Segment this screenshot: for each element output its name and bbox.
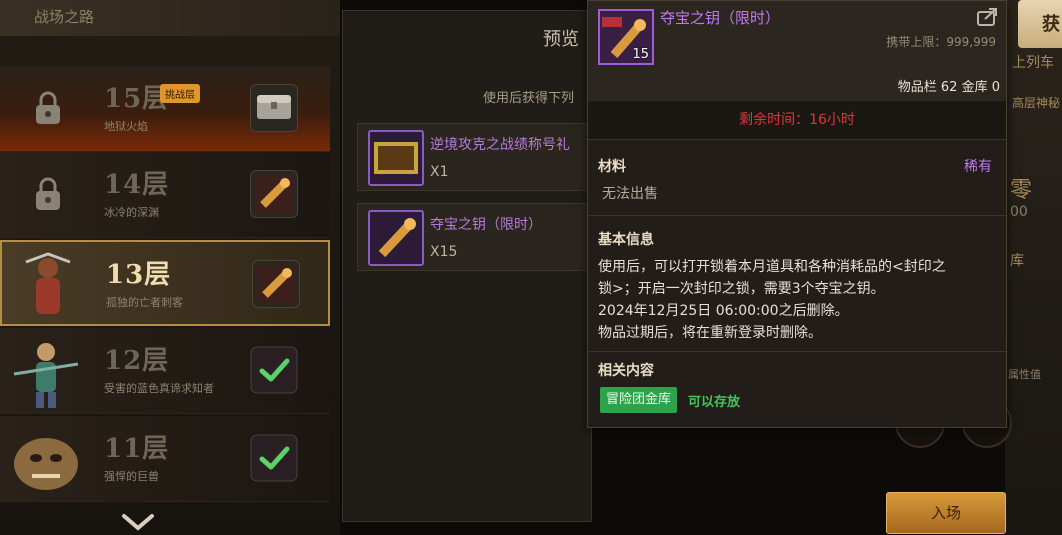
reward-item[interactable]: 夺宝之钥（限时） X15 <box>357 203 593 271</box>
section-material: 材料 <box>598 159 626 175</box>
chevron-down-icon[interactable] <box>118 512 158 532</box>
icon-count: 15 <box>632 47 649 62</box>
floor-number: 11层 <box>104 434 170 464</box>
divider <box>588 139 1006 140</box>
carry-limit: 携带上限：999,999 <box>886 35 996 49</box>
chest-icon <box>257 95 291 119</box>
floor-number: 12层 <box>104 346 170 376</box>
key-icon: 15 <box>598 9 654 65</box>
rarity-label: 稀有 <box>964 159 992 175</box>
floor-subtitle: 受害的蓝色真谛求知者 <box>104 382 214 395</box>
basic-info-line: 2024年12月25日 06:00:00之后删除。 <box>598 303 849 319</box>
storable-note: 可以存放 <box>688 395 741 410</box>
check-icon <box>250 434 298 482</box>
inventory-count: 物品栏 62 金库 0 <box>897 80 1000 95</box>
beast-portrait-icon <box>14 438 78 490</box>
assassin-portrait-icon <box>25 252 71 314</box>
floor-subtitle: 地狱火焰 <box>104 120 148 133</box>
basic-info-line: 使用后，可以打开锁着本月道具和各种消耗品的<封印之 <box>598 259 946 275</box>
seeker-portrait-icon <box>13 343 79 408</box>
floor-list-header: 战场之路 <box>0 0 340 36</box>
divider <box>588 215 1006 216</box>
key-icon <box>255 175 293 213</box>
get-button[interactable]: 获 <box>1018 0 1062 48</box>
lock-icon <box>36 91 60 124</box>
reward-panel-description: 使用后获得下列 <box>483 91 575 106</box>
reward-item-quantity: X15 <box>430 244 458 260</box>
section-basic-info: 基本信息 <box>598 232 654 248</box>
title-box-icon <box>368 130 424 186</box>
reward-panel-title: 预览 <box>543 29 579 50</box>
side-text: 零 <box>1010 178 1033 203</box>
floor-subtitle: 强悍的巨兽 <box>104 470 159 483</box>
floor-item-13[interactable]: 13层 孤独的亡者刺客 <box>0 240 330 326</box>
basic-info-line: 锁>；开启一次封印之锁，需要3个夺宝之钥。 <box>598 281 885 297</box>
tooltip-header: 15 夺宝之钥（限时） 携带上限：999,999 物品栏 62 金库 0 <box>588 1 1006 101</box>
lock-icon <box>36 177 60 210</box>
reward-item-quantity: X1 <box>430 164 449 180</box>
chest-slot[interactable] <box>250 84 298 132</box>
challenge-badge: 挑战层 <box>160 84 200 103</box>
floor-item-14[interactable]: 14层 冰冷的深渊 <box>0 152 330 238</box>
unsellable-label: 无法出售 <box>602 186 658 202</box>
floor-list-panel: 战场之路 15层 挑战层 地狱火焰 14层 冰冷的深渊 13层 孤独的亡者刺客 … <box>0 0 340 535</box>
basic-info-line: 物品过期后，将在重新登录时删除。 <box>598 325 822 341</box>
side-text: 高层神秘 <box>1012 96 1061 110</box>
side-text: 库 <box>1010 253 1024 269</box>
floor-subtitle: 孤独的亡者刺客 <box>106 296 183 309</box>
basic-info-text: 使用后，可以打开锁着本月道具和各种消耗品的<封印之 锁>；开启一次封印之锁，需要… <box>598 256 1002 344</box>
adventure-vault-tag: 冒险团金库 <box>600 387 678 413</box>
divider <box>588 351 1006 352</box>
floor-number: 14层 <box>104 170 170 200</box>
tooltip-item-name: 夺宝之钥（限时） <box>660 9 781 27</box>
reward-preview-panel: 预览 使用后获得下列 逆境攻克之战绩称号礼 X1 夺宝之钥（限时） X15 <box>342 10 593 522</box>
remaining-time: 剩余时间：16小时 <box>588 101 1006 139</box>
section-related: 相关内容 <box>598 363 654 379</box>
floor-item-12[interactable]: 12层 受害的蓝色真谛求知者 <box>0 328 330 414</box>
key-reward-slot[interactable] <box>252 260 300 308</box>
side-text: 00 <box>1010 204 1028 220</box>
reward-item-name: 逆境攻克之战绩称号礼 <box>430 137 570 153</box>
floor-item-15[interactable]: 15层 挑战层 地狱火焰 <box>0 66 330 152</box>
key-reward-slot[interactable] <box>250 170 298 218</box>
check-icon <box>250 346 298 394</box>
reward-item-name: 夺宝之钥（限时） <box>430 217 542 233</box>
side-text: 上列车 <box>1012 55 1054 71</box>
side-text: 属性值 <box>1008 368 1041 381</box>
floor-item-11[interactable]: 11层 强悍的巨兽 <box>0 416 330 502</box>
item-tooltip: 15 夺宝之钥（限时） 携带上限：999,999 物品栏 62 金库 0 剩余时… <box>587 0 1007 428</box>
reward-item[interactable]: 逆境攻克之战绩称号礼 X1 <box>357 123 593 191</box>
key-icon <box>257 265 295 303</box>
floor-number: 13层 <box>106 260 172 290</box>
floor-subtitle: 冰冷的深渊 <box>104 206 159 219</box>
key-icon <box>368 210 424 266</box>
share-icon[interactable] <box>976 7 998 27</box>
enter-button[interactable]: 入场 <box>886 492 1006 534</box>
